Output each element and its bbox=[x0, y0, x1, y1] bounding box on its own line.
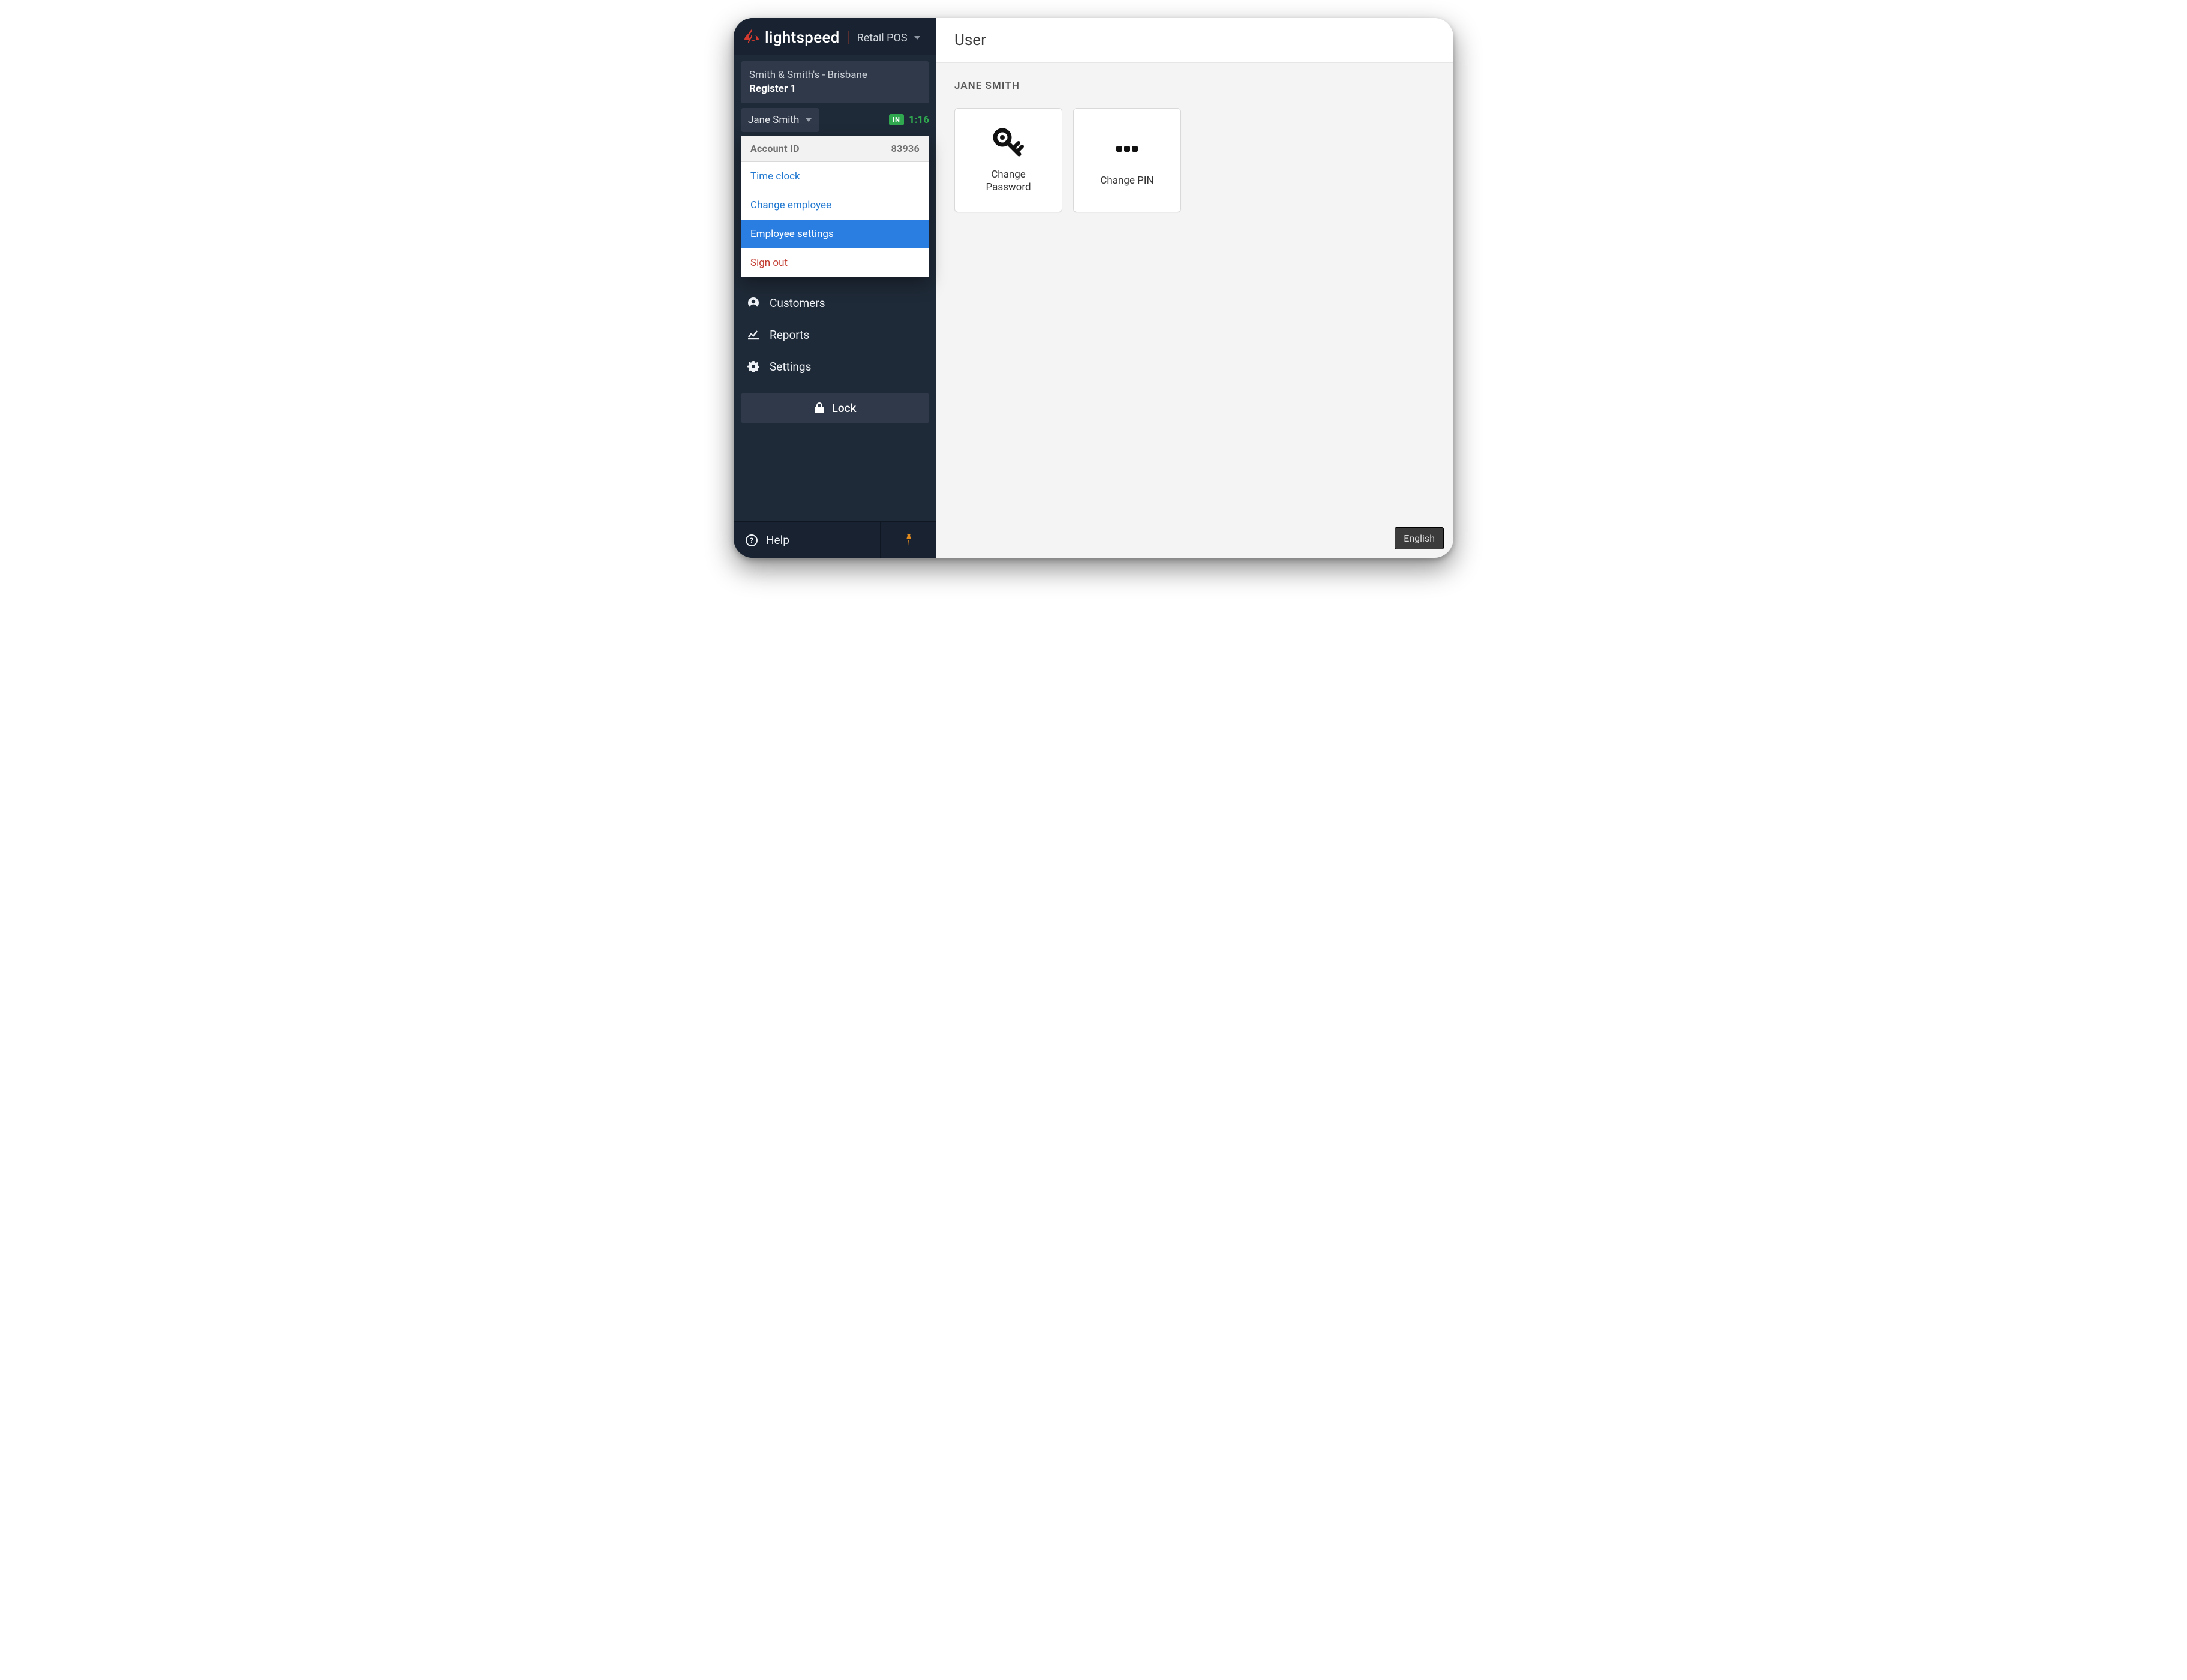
chevron-down-icon bbox=[914, 34, 921, 41]
app-window: lightspeed Retail POS Smith & Smith's - … bbox=[734, 18, 1453, 558]
location-label: Smith & Smith's - Brisbane bbox=[749, 68, 921, 82]
brand-word: lightspeed bbox=[765, 29, 840, 47]
clock-status: IN 1:16 bbox=[889, 114, 929, 126]
brand-name: lightspeed bbox=[765, 29, 840, 47]
register-label: Register 1 bbox=[749, 82, 921, 96]
sidebar-item-label: Customers bbox=[770, 296, 825, 310]
section-title: JANE SMITH bbox=[954, 80, 1435, 97]
brand-row[interactable]: lightspeed Retail POS bbox=[734, 18, 936, 55]
key-icon bbox=[989, 127, 1028, 160]
help-icon: ? bbox=[746, 534, 758, 546]
svg-text:?: ? bbox=[750, 536, 753, 545]
menu-item-label: Change employee bbox=[750, 199, 831, 211]
clock-status-time: 1:16 bbox=[909, 114, 929, 126]
pin-dots-icon bbox=[1108, 133, 1146, 166]
sidebar-footer: ? Help bbox=[734, 521, 936, 558]
user-menu-dropdown: Account ID 83936 Time clock Change emplo… bbox=[741, 136, 929, 277]
register-context-card[interactable]: Smith & Smith's - Brisbane Register 1 bbox=[741, 61, 929, 103]
tile-label: Change Password bbox=[986, 169, 1031, 194]
chart-line-icon bbox=[747, 329, 760, 341]
help-button[interactable]: ? Help bbox=[734, 522, 881, 558]
lock-button[interactable]: Lock bbox=[741, 393, 929, 423]
tile-change-pin[interactable]: Change PIN bbox=[1073, 108, 1181, 212]
menu-item-employee-settings[interactable]: Employee settings bbox=[741, 220, 929, 248]
flame-icon bbox=[744, 29, 759, 46]
main: User JANE SMITH Change Password bbox=[936, 18, 1453, 558]
sidebar-nav: Customers Reports Settings bbox=[734, 288, 936, 382]
sidebar-item-customers[interactable]: Customers bbox=[734, 288, 936, 318]
user-menu-trigger[interactable]: Jane Smith bbox=[741, 108, 819, 132]
sidebar-item-settings[interactable]: Settings bbox=[734, 351, 936, 382]
account-id-row: Account ID 83936 bbox=[741, 136, 929, 162]
chevron-down-icon bbox=[805, 116, 812, 124]
menu-item-time-clock[interactable]: Time clock bbox=[741, 162, 929, 191]
menu-item-label: Employee settings bbox=[750, 228, 834, 240]
tile-change-password[interactable]: Change Password bbox=[954, 108, 1062, 212]
brand-separator bbox=[848, 31, 849, 44]
account-id-label: Account ID bbox=[750, 143, 800, 154]
page-title: User bbox=[936, 18, 1453, 63]
clock-status-badge: IN bbox=[889, 114, 904, 125]
main-body: JANE SMITH Change Password bbox=[936, 63, 1453, 558]
language-selector[interactable]: English bbox=[1395, 527, 1444, 549]
pushpin-icon bbox=[903, 534, 914, 547]
tile-label: Change PIN bbox=[1100, 175, 1153, 187]
sidebar-item-label: Settings bbox=[770, 360, 811, 374]
lock-label: Lock bbox=[832, 401, 857, 415]
gear-icon bbox=[747, 360, 760, 372]
sidebar: lightspeed Retail POS Smith & Smith's - … bbox=[734, 18, 936, 558]
sidebar-item-label: Reports bbox=[770, 328, 809, 342]
user-circle-icon bbox=[747, 297, 760, 309]
language-label: English bbox=[1404, 533, 1435, 544]
menu-item-label: Sign out bbox=[750, 257, 788, 269]
menu-item-label: Time clock bbox=[750, 170, 800, 182]
tile-row: Change Password Change PIN bbox=[954, 108, 1435, 212]
current-user-name: Jane Smith bbox=[748, 114, 799, 126]
lock-icon bbox=[814, 402, 825, 414]
menu-item-change-employee[interactable]: Change employee bbox=[741, 191, 929, 220]
account-id-value: 83936 bbox=[891, 143, 920, 154]
sidebar-item-reports[interactable]: Reports bbox=[734, 320, 936, 350]
menu-item-sign-out[interactable]: Sign out bbox=[741, 248, 929, 277]
pin-button[interactable] bbox=[881, 522, 936, 558]
brand-product: Retail POS bbox=[857, 32, 908, 44]
user-row: Jane Smith IN 1:16 bbox=[741, 108, 929, 132]
help-label: Help bbox=[766, 533, 789, 547]
